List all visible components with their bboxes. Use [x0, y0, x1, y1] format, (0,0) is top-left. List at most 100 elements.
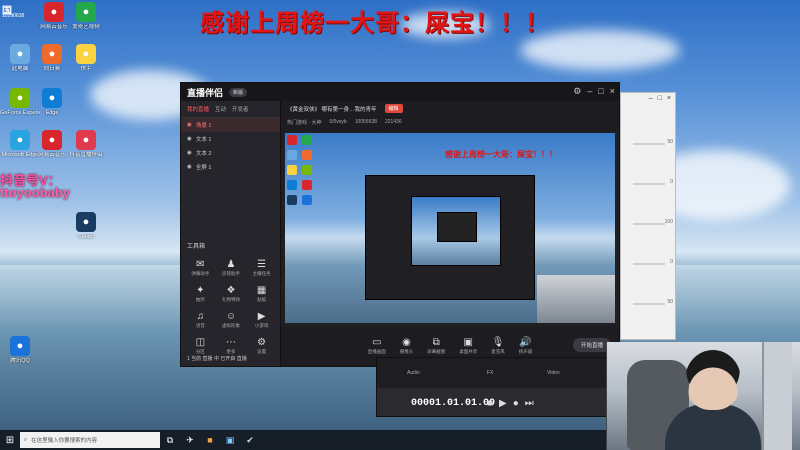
tool-label: 房管助手 [221, 271, 240, 276]
task-view-icon[interactable]: ⧉ [160, 430, 180, 450]
tool-icon: ⋯ [225, 337, 236, 348]
windows-start-icon[interactable]: ⊞ [0, 430, 20, 450]
toolbar-icon: ▭ [372, 337, 382, 348]
eye-icon[interactable]: ◉ [187, 150, 192, 156]
desktop-icon[interactable]: ● 爱奇艺视频 [66, 2, 106, 30]
tool-icon: ♟ [226, 259, 236, 270]
toolbar-button[interactable]: ▭ 直播画面 [368, 337, 386, 355]
tool-button[interactable]: ☺ 虚拟形象 [216, 311, 247, 329]
scene-item[interactable]: ◉ 全屏 1 [181, 160, 280, 174]
desktop-icon[interactable]: ● Edge [32, 88, 72, 116]
play-icon[interactable]: ▶ [499, 398, 507, 409]
editor-timeline[interactable]: Audio FX Video [377, 358, 611, 388]
minimize-icon[interactable]: – [587, 86, 592, 97]
nvidia-icon: ● [10, 88, 30, 108]
desktop-icon[interactable]: ● Steam [66, 212, 106, 240]
desktop-icon[interactable]: ● 快手 [66, 44, 106, 72]
settings-value: 50 [667, 139, 673, 145]
category-label: 热门游戏 · 大神 [287, 120, 322, 126]
webcam-overlay [606, 342, 800, 450]
tool-button[interactable]: ☰ 主播任务 [246, 259, 277, 277]
tool-button[interactable]: ⚙ 设置 [246, 337, 277, 355]
close-icon[interactable]: × [610, 86, 615, 97]
maximize-icon[interactable]: □ [658, 95, 662, 102]
close-icon[interactable]: × [667, 95, 671, 102]
tool-button[interactable]: ⋯ 更多 [216, 337, 247, 355]
taskbar: ⊞ ⌕ 在这里输入你要搜索的内容 ⧉ ✈ ■ ▣ ✔ [0, 430, 606, 450]
headline-banner: 感谢上周榜一大哥：屎宝！！！ [200, 11, 550, 37]
eye-icon[interactable]: ◉ [187, 164, 192, 170]
settings-slider[interactable] [633, 263, 665, 265]
tool-label: 贴纸 [257, 297, 267, 302]
app-icon[interactable]: ▣ [220, 430, 240, 450]
tool-label: 虚拟形象 [221, 323, 240, 328]
settings-value: 0 [670, 259, 673, 265]
scene-panel: 我的直播 互动 开发者 ◉ 场景 1 ◉ 文本 1 ◉ 文本 2 ◉ 全屏 1 工具箱 … [181, 101, 281, 366]
scene-item[interactable]: ◉ 场景 1 [181, 118, 280, 132]
music-icon: ● [42, 130, 62, 150]
app-icon[interactable]: ✈ [180, 430, 200, 450]
minimize-icon[interactable]: – [649, 95, 653, 102]
live-companion-window: 直播伴侣 新版 ⚙ – □ × 我的直播 互动 开发者 ◉ 场景 1 ◉ 文本 1 … [180, 82, 620, 367]
tool-button[interactable]: ◫ 分区 [185, 337, 216, 355]
sunlogin-icon: ● [42, 44, 62, 64]
toolbar-label: 直播画面 [367, 349, 386, 354]
tool-icon: ☰ [257, 259, 267, 270]
app-logo: 直播伴侣 [187, 87, 224, 98]
settings-slider[interactable] [633, 223, 665, 225]
desktop-icon-label: 快手 [80, 66, 92, 72]
settings-slider[interactable] [633, 303, 665, 305]
app-badge[interactable]: 新版 [229, 87, 248, 97]
tool-button[interactable]: ♫ 语音 [185, 311, 216, 329]
maximize-icon[interactable]: □ [598, 86, 603, 97]
tab-interaction[interactable]: 互动 [215, 105, 226, 113]
audio-editor-window: Audio FX Video 00001.01.01.00 ■ ▶ ● ⏭ [376, 357, 612, 417]
tool-button[interactable]: ▶ 小游戏 [246, 311, 277, 329]
tool-button[interactable]: ▦ 贴纸 [246, 285, 277, 303]
tool-label: 抽奖 [195, 297, 205, 302]
settings-value: 50 [667, 299, 673, 305]
desktop-icon[interactable]: ● 抖音直播伴侣 [66, 130, 106, 158]
room-info: 《黄金双侠》 哪有第一身…我的青年 编辑 热门游戏 · 大神 0/5vsyb 1… [281, 101, 619, 131]
eye-icon[interactable]: ◉ [187, 122, 192, 128]
settings-slider[interactable] [633, 143, 665, 145]
tool-icon: ❖ [226, 285, 236, 296]
tool-button[interactable]: ✉ 弹幕助手 [185, 259, 216, 277]
qq-icon: ● [10, 336, 30, 356]
tool-icon: ♫ [196, 311, 205, 322]
tool-button[interactable]: ♟ 房管助手 [216, 259, 247, 277]
app-icon[interactable]: ✔ [240, 430, 260, 450]
toolbar-button[interactable]: ⧉ 屏幕截图 [427, 337, 445, 355]
scene-item[interactable]: ◉ 文本 2 [181, 146, 280, 160]
taskbar-search[interactable]: ⌕ 在这里输入你要搜索的内容 [20, 432, 160, 448]
tool-label: 语音 [195, 323, 205, 328]
scene-item[interactable]: ◉ 文本 1 [181, 132, 280, 146]
tool-icon: ▦ [256, 285, 267, 296]
app-icon[interactable]: ■ [200, 430, 220, 450]
stop-icon[interactable]: ■ [487, 398, 493, 409]
toolbar-button[interactable]: ▣ 桌面共享 [459, 337, 477, 355]
edit-button[interactable]: 编辑 [384, 104, 403, 113]
toolbar-button[interactable]: ◉ 摄像头 [400, 337, 414, 355]
settings-value: 100 [664, 219, 673, 225]
settings-icon[interactable]: ⚙ [573, 86, 581, 97]
tool-label: 礼物特效 [221, 297, 240, 302]
steam-icon: ● [76, 212, 96, 232]
desktop-icon[interactable]: ● 腾讯QQ [0, 336, 40, 364]
tool-button[interactable]: ❖ 礼物特效 [216, 285, 247, 303]
user-id: 0/5vsyb [329, 119, 347, 125]
main-area: 《黄金双侠》 哪有第一身…我的青年 编辑 热门游戏 · 大神 0/5vsyb 1… [281, 101, 619, 366]
toolbar-button[interactable]: 🔊 扬声器 [519, 337, 533, 355]
toolbar-icon: ◉ [402, 337, 411, 348]
tool-button[interactable]: ✦ 抽奖 [185, 285, 216, 303]
settings-slider[interactable] [633, 183, 665, 185]
toolbar-button[interactable]: 🎙 麦克风 [491, 337, 505, 355]
tool-label: 主播任务 [252, 271, 271, 276]
tab-developer[interactable]: 开发者 [232, 105, 249, 113]
eye-icon[interactable]: ◉ [187, 136, 192, 142]
forward-icon[interactable]: ⏭ [525, 398, 534, 409]
tab-my-live[interactable]: 我的直播 [187, 105, 209, 113]
live-preview[interactable]: 感谢上周榜一大哥：屎宝！！！ [285, 133, 615, 323]
record-icon[interactable]: ● [513, 398, 519, 409]
desktop-icon-label: Steam [78, 234, 94, 240]
